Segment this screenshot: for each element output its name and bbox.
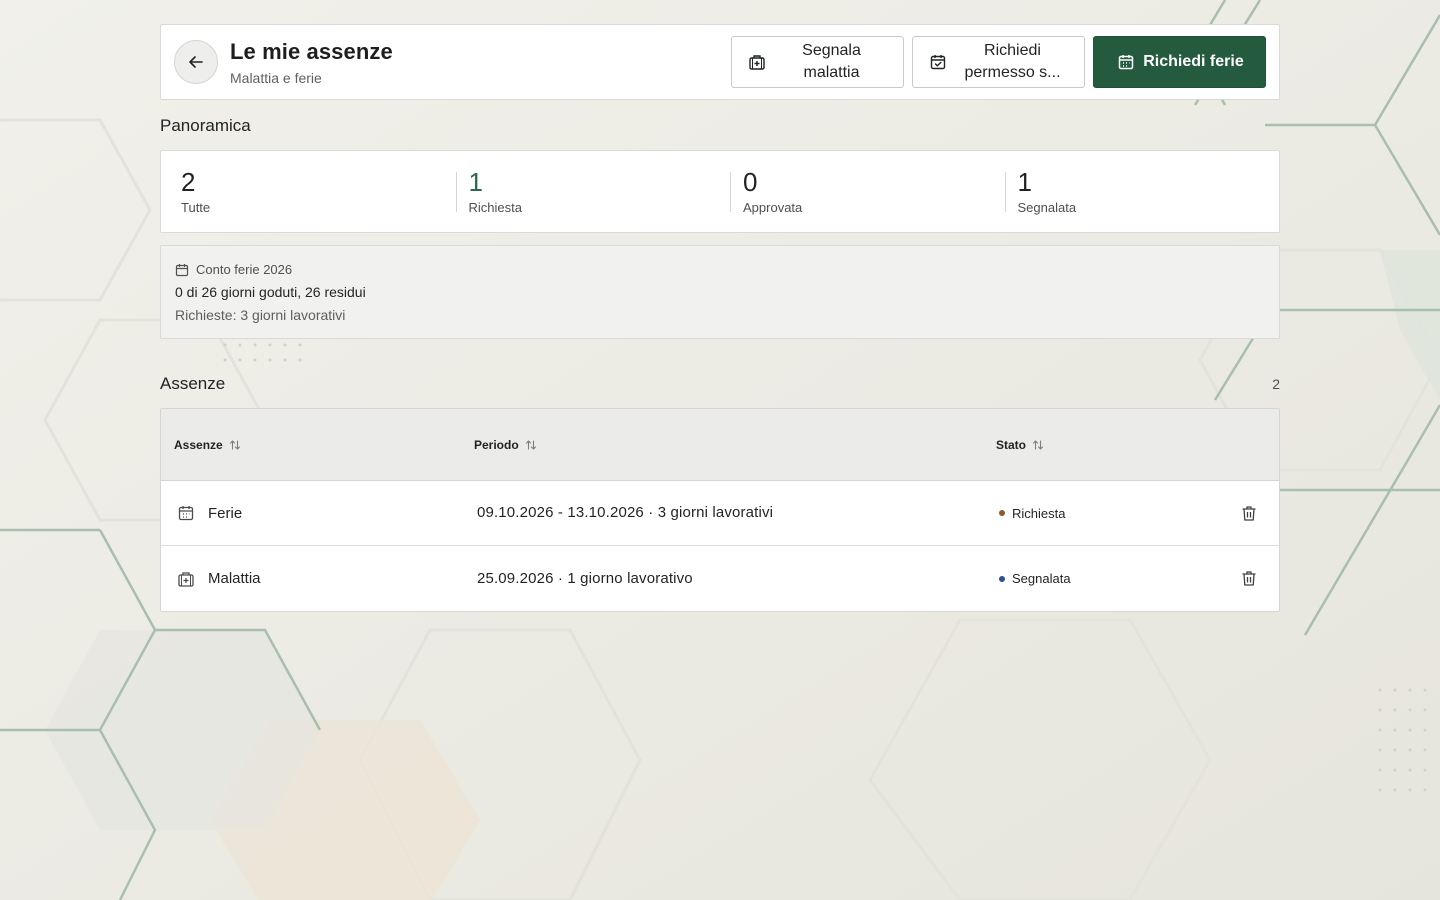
status-badge: Richiesta [996,506,1241,521]
status-label: Richiesta [1012,505,1066,521]
balance-title: Conto ferie 2026 [196,262,293,277]
sort-icon [1032,439,1044,451]
column-header-label: Periodo [474,437,519,452]
balance-requested: Richieste: 3 giorni lavorativi [175,307,346,323]
request-vacation-button[interactable]: Richiedi ferie [1093,36,1266,88]
calendar-icon [1117,53,1135,71]
header-actions: Segnala malattia Richiedi permesso s... … [731,36,1266,88]
request-leave-button[interactable]: Richiedi permesso s... [912,36,1085,88]
table-header: Assenze Periodo Stato [161,409,1279,481]
stat-reported[interactable]: 1 Segnalata [1004,166,1280,215]
status-dot [999,510,1005,516]
column-header-type[interactable]: Assenze [174,438,241,452]
sort-icon [525,439,537,451]
arrow-left-icon [188,54,204,70]
request-leave-label: Richiedi permesso s... [964,42,1061,81]
report-sick-label: Segnala malattia [802,42,861,81]
table-row[interactable]: Ferie 09.10.2026 - 13.10.2026 · 3 giorni… [161,481,1279,546]
calendar-check-icon [929,53,947,71]
stat-label: Approvata [743,199,803,215]
stat-value: 0 [743,166,758,197]
status-badge: Segnalata [996,571,1241,586]
stat-label: Tutte [181,199,211,215]
page-title: Le mie assenze [230,38,393,64]
stat-label: Segnalata [1017,199,1077,215]
balance-header: Conto ferie 2026 [175,262,1265,277]
page-subtitle: Malattia e ferie [230,69,322,86]
trash-icon[interactable] [1241,570,1257,587]
table-row[interactable]: Malattia 25.09.2026 · 1 giorno lavorativ… [161,546,1279,611]
balance-summary: 0 di 26 giorni goduti, 26 residui [175,284,366,300]
medical-bag-icon [748,53,766,71]
trash-icon[interactable] [1241,505,1257,522]
stat-divider [455,171,457,212]
sort-icon [229,439,241,451]
overview-stats: 2 Tutte 1 Richiesta 0 Approvata 1 Segnal… [160,150,1280,233]
request-vacation-label: Richiedi ferie [1143,53,1244,70]
absences-count: 2 [1272,376,1280,392]
calendar-icon [177,504,195,522]
stat-divider [1004,171,1006,212]
status-dot [999,575,1005,582]
stat-divider [730,171,731,212]
absences-table: Assenze Periodo Stato Ferie 09.10.2026 -… [160,408,1280,612]
medical-bag-icon [177,570,195,588]
calendar-icon [175,263,189,277]
column-header-label: Assenze [174,437,223,452]
absence-period: 25.09.2026 · 1 giorno lavorativo [477,569,693,587]
absence-type: Malattia [208,570,261,587]
report-sick-button[interactable]: Segnala malattia [731,36,904,88]
header-titles: Le mie assenze Malattia e ferie [230,39,731,86]
stat-label: Richiesta [468,199,522,215]
stat-value: 2 [181,166,196,197]
stat-all[interactable]: 2 Tutte [181,166,456,215]
stat-requested[interactable]: 1 Richiesta [455,166,731,215]
absence-type: Ferie [208,504,243,522]
stat-approved[interactable]: 0 Approvata [730,166,1005,215]
overview-title: Panoramica [160,116,251,135]
absences-header: Assenze 2 [160,373,1280,395]
absence-period: 09.10.2026 - 13.10.2026 · 3 giorni lavor… [477,504,774,521]
absences-title: Assenze [160,374,226,393]
vacation-balance: Conto ferie 2026 0 di 26 giorni goduti, … [160,245,1280,339]
column-header-status[interactable]: Stato [996,438,1044,452]
back-button[interactable] [174,40,218,84]
page-header: Le mie assenze Malattia e ferie Segnala … [160,24,1280,100]
column-header-label: Stato [996,437,1026,452]
stat-value: 1 [1017,166,1032,197]
column-header-period[interactable]: Periodo [474,438,996,452]
stat-value: 1 [468,166,483,197]
status-label: Segnalata [1012,571,1071,586]
absences-page: Le mie assenze Malattia e ferie Segnala … [160,24,1280,612]
